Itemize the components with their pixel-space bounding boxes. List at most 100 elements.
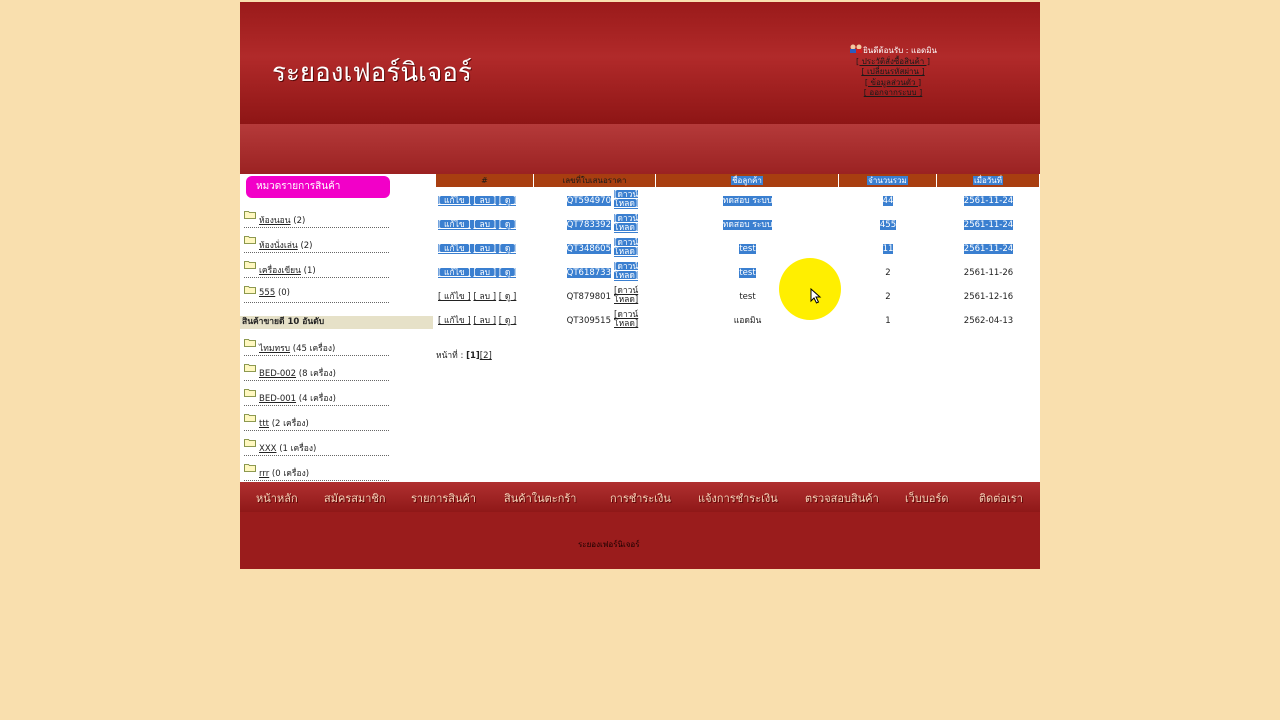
quote-date: 2561-11-24 — [963, 196, 1014, 206]
folder-icon — [244, 286, 256, 294]
category-link[interactable]: เครื่องเขียน — [259, 266, 301, 276]
quote-date: 2562-04-13 — [963, 316, 1014, 326]
mouse-cursor-icon — [810, 288, 822, 304]
pager-label: หน้าที่ : — [436, 351, 464, 361]
logout-link[interactable]: [ ออกจากระบบ ] — [848, 88, 938, 99]
category-link[interactable]: 555 — [259, 288, 275, 298]
view-link[interactable]: [ ดู ] — [499, 292, 517, 302]
quote-number: QT879801 — [566, 292, 611, 302]
view-link[interactable]: [ ดู ] — [499, 268, 517, 278]
category-item: ห้องนั่งเล่น (2) — [244, 231, 389, 253]
nav-register[interactable]: สมัครสมาชิก — [324, 489, 386, 507]
change-password-link[interactable]: [ เปลี่ยนรหัสผ่าน ] — [848, 67, 938, 78]
profile-link[interactable]: [ ข้อมูลส่วนตัว ] — [848, 78, 938, 89]
best-sellers-header: สินค้าขายดี 10 อันดับ — [240, 316, 433, 329]
nav-payment[interactable]: การชำระเงิน — [610, 489, 671, 507]
quote-number: QT618733 — [566, 268, 611, 278]
nav-home[interactable]: หน้าหลัก — [256, 489, 298, 507]
edit-link[interactable]: [ แก้ไข ] — [438, 316, 471, 326]
table-row: [ แก้ไข ] [ ลบ ] [ ดู ] QT594970 [ดาวน์โ… — [436, 189, 1040, 213]
best-seller-link[interactable]: BED-002 — [259, 369, 296, 379]
nav-webboard[interactable]: เว็บบอร์ด — [905, 489, 949, 507]
folder-icon — [244, 211, 256, 219]
order-history-link[interactable]: [ ประวัติสั่งซื้อสินค้า ] — [848, 57, 938, 68]
site-logo: ระยองเฟอร์นิเจอร์ — [272, 58, 472, 88]
edit-link[interactable]: [ แก้ไข ] — [438, 292, 471, 302]
folder-icon — [244, 364, 256, 372]
footer-copyright: ระยองเฟอร์นิเจอร์ — [578, 540, 640, 549]
best-seller-link[interactable]: BED-001 — [259, 394, 296, 404]
best-seller-link[interactable]: XXX — [259, 444, 276, 454]
best-seller-item: BED-002 (8 เครื่อง) — [244, 359, 389, 381]
category-count: (2) — [293, 216, 306, 226]
best-seller-count: (2 เครื่อง) — [271, 419, 309, 429]
footer: หน้าหลัก สมัครสมาชิก รายการสินค้า สินค้า… — [240, 482, 1040, 569]
best-seller-link[interactable]: ไทมทรบ — [259, 344, 290, 354]
folder-icon — [244, 464, 256, 472]
download-link[interactable]: [ดาวน์ โหลด] — [614, 190, 640, 211]
quote-number: QT309515 — [566, 316, 611, 326]
table-header-row: # เลขที่ใบเสนอราคา ชื่อลูกค้า จำนวนรวม เ… — [436, 174, 1040, 187]
total-qty: 44 — [882, 196, 894, 206]
customer-name: test — [739, 244, 756, 254]
users-icon — [850, 44, 863, 53]
best-seller-link[interactable]: rrr — [259, 469, 269, 479]
quote-number: QT594970 — [566, 196, 611, 206]
nav-contact[interactable]: ติดต่อเรา — [979, 489, 1023, 507]
best-seller-link[interactable]: ttt — [259, 419, 269, 429]
download-link[interactable]: [ดาวน์ โหลด] — [614, 214, 640, 235]
nav-payment-notify[interactable]: แจ้งการชำระเงิน — [698, 489, 778, 507]
quote-number: QT348605 — [566, 244, 611, 254]
best-seller-item: ttt (2 เครื่อง) — [244, 409, 389, 431]
total-qty: 1 — [885, 316, 891, 326]
sidebar: หมวดรายการสินค้า ห้องนอน (2) ห้องนั่งเล่… — [240, 174, 436, 482]
category-link[interactable]: ห้องนั่งเล่น — [259, 241, 298, 251]
category-link[interactable]: ห้องนอน — [259, 216, 291, 226]
category-count: (1) — [303, 266, 316, 276]
edit-link[interactable]: [ แก้ไข ] — [438, 220, 471, 230]
download-link[interactable]: [ดาวน์ โหลด] — [614, 262, 640, 283]
view-link[interactable]: [ ดู ] — [499, 196, 517, 206]
edit-link[interactable]: [ แก้ไข ] — [438, 244, 471, 254]
table-row: [ แก้ไข ] [ ลบ ] [ ดู ] QT348605 [ดาวน์โ… — [436, 237, 1040, 261]
best-seller-item: BED-001 (4 เครื่อง) — [244, 384, 389, 406]
folder-icon — [244, 414, 256, 422]
quote-number: QT783392 — [566, 220, 611, 230]
folder-icon — [244, 339, 256, 347]
nav-check-products[interactable]: ตรวจสอบสินค้า — [805, 489, 879, 507]
download-link[interactable]: [ดาวน์ โหลด] — [614, 287, 640, 307]
pager-current: [1] — [466, 351, 480, 361]
delete-link[interactable]: [ ลบ ] — [473, 268, 496, 278]
view-link[interactable]: [ ดู ] — [499, 220, 517, 230]
pager-next-link[interactable]: [2] — [480, 351, 492, 361]
column-header: เลขที่ใบเสนอราคา — [534, 174, 656, 187]
view-link[interactable]: [ ดู ] — [499, 316, 517, 326]
total-qty: 11 — [882, 244, 894, 254]
column-header: จำนวนรวม — [839, 174, 937, 187]
best-seller-item: rrr (0 เครื่อง) — [244, 459, 389, 481]
best-seller-count: (8 เครื่อง) — [298, 369, 336, 379]
best-seller-item: XXX (1 เครื่อง) — [244, 434, 389, 456]
nav-products[interactable]: รายการสินค้า — [411, 489, 476, 507]
delete-link[interactable]: [ ลบ ] — [473, 196, 496, 206]
folder-icon — [244, 261, 256, 269]
download-link[interactable]: [ดาวน์ โหลด] — [614, 311, 640, 331]
download-link[interactable]: [ดาวน์ โหลด] — [614, 238, 640, 259]
view-link[interactable]: [ ดู ] — [499, 244, 517, 254]
delete-link[interactable]: [ ลบ ] — [473, 316, 496, 326]
nav-cart[interactable]: สินค้าในตะกร้า — [504, 489, 576, 507]
column-header: เมื่อวันที่ — [937, 174, 1040, 187]
best-seller-count: (4 เครื่อง) — [298, 394, 336, 404]
delete-link[interactable]: [ ลบ ] — [473, 220, 496, 230]
edit-link[interactable]: [ แก้ไข ] — [438, 268, 471, 278]
column-header: # — [436, 174, 534, 187]
delete-link[interactable]: [ ลบ ] — [473, 244, 496, 254]
edit-link[interactable]: [ แก้ไข ] — [438, 196, 471, 206]
quote-date: 2561-11-24 — [963, 244, 1014, 254]
header-banner — [240, 124, 1040, 174]
category-item: ห้องนอน (2) — [244, 206, 389, 228]
best-seller-count: (0 เครื่อง) — [271, 469, 310, 479]
bottom-navbar: หน้าหลัก สมัครสมาชิก รายการสินค้า สินค้า… — [240, 482, 1040, 512]
delete-link[interactable]: [ ลบ ] — [473, 292, 496, 302]
column-header: ชื่อลูกค้า — [656, 174, 839, 187]
